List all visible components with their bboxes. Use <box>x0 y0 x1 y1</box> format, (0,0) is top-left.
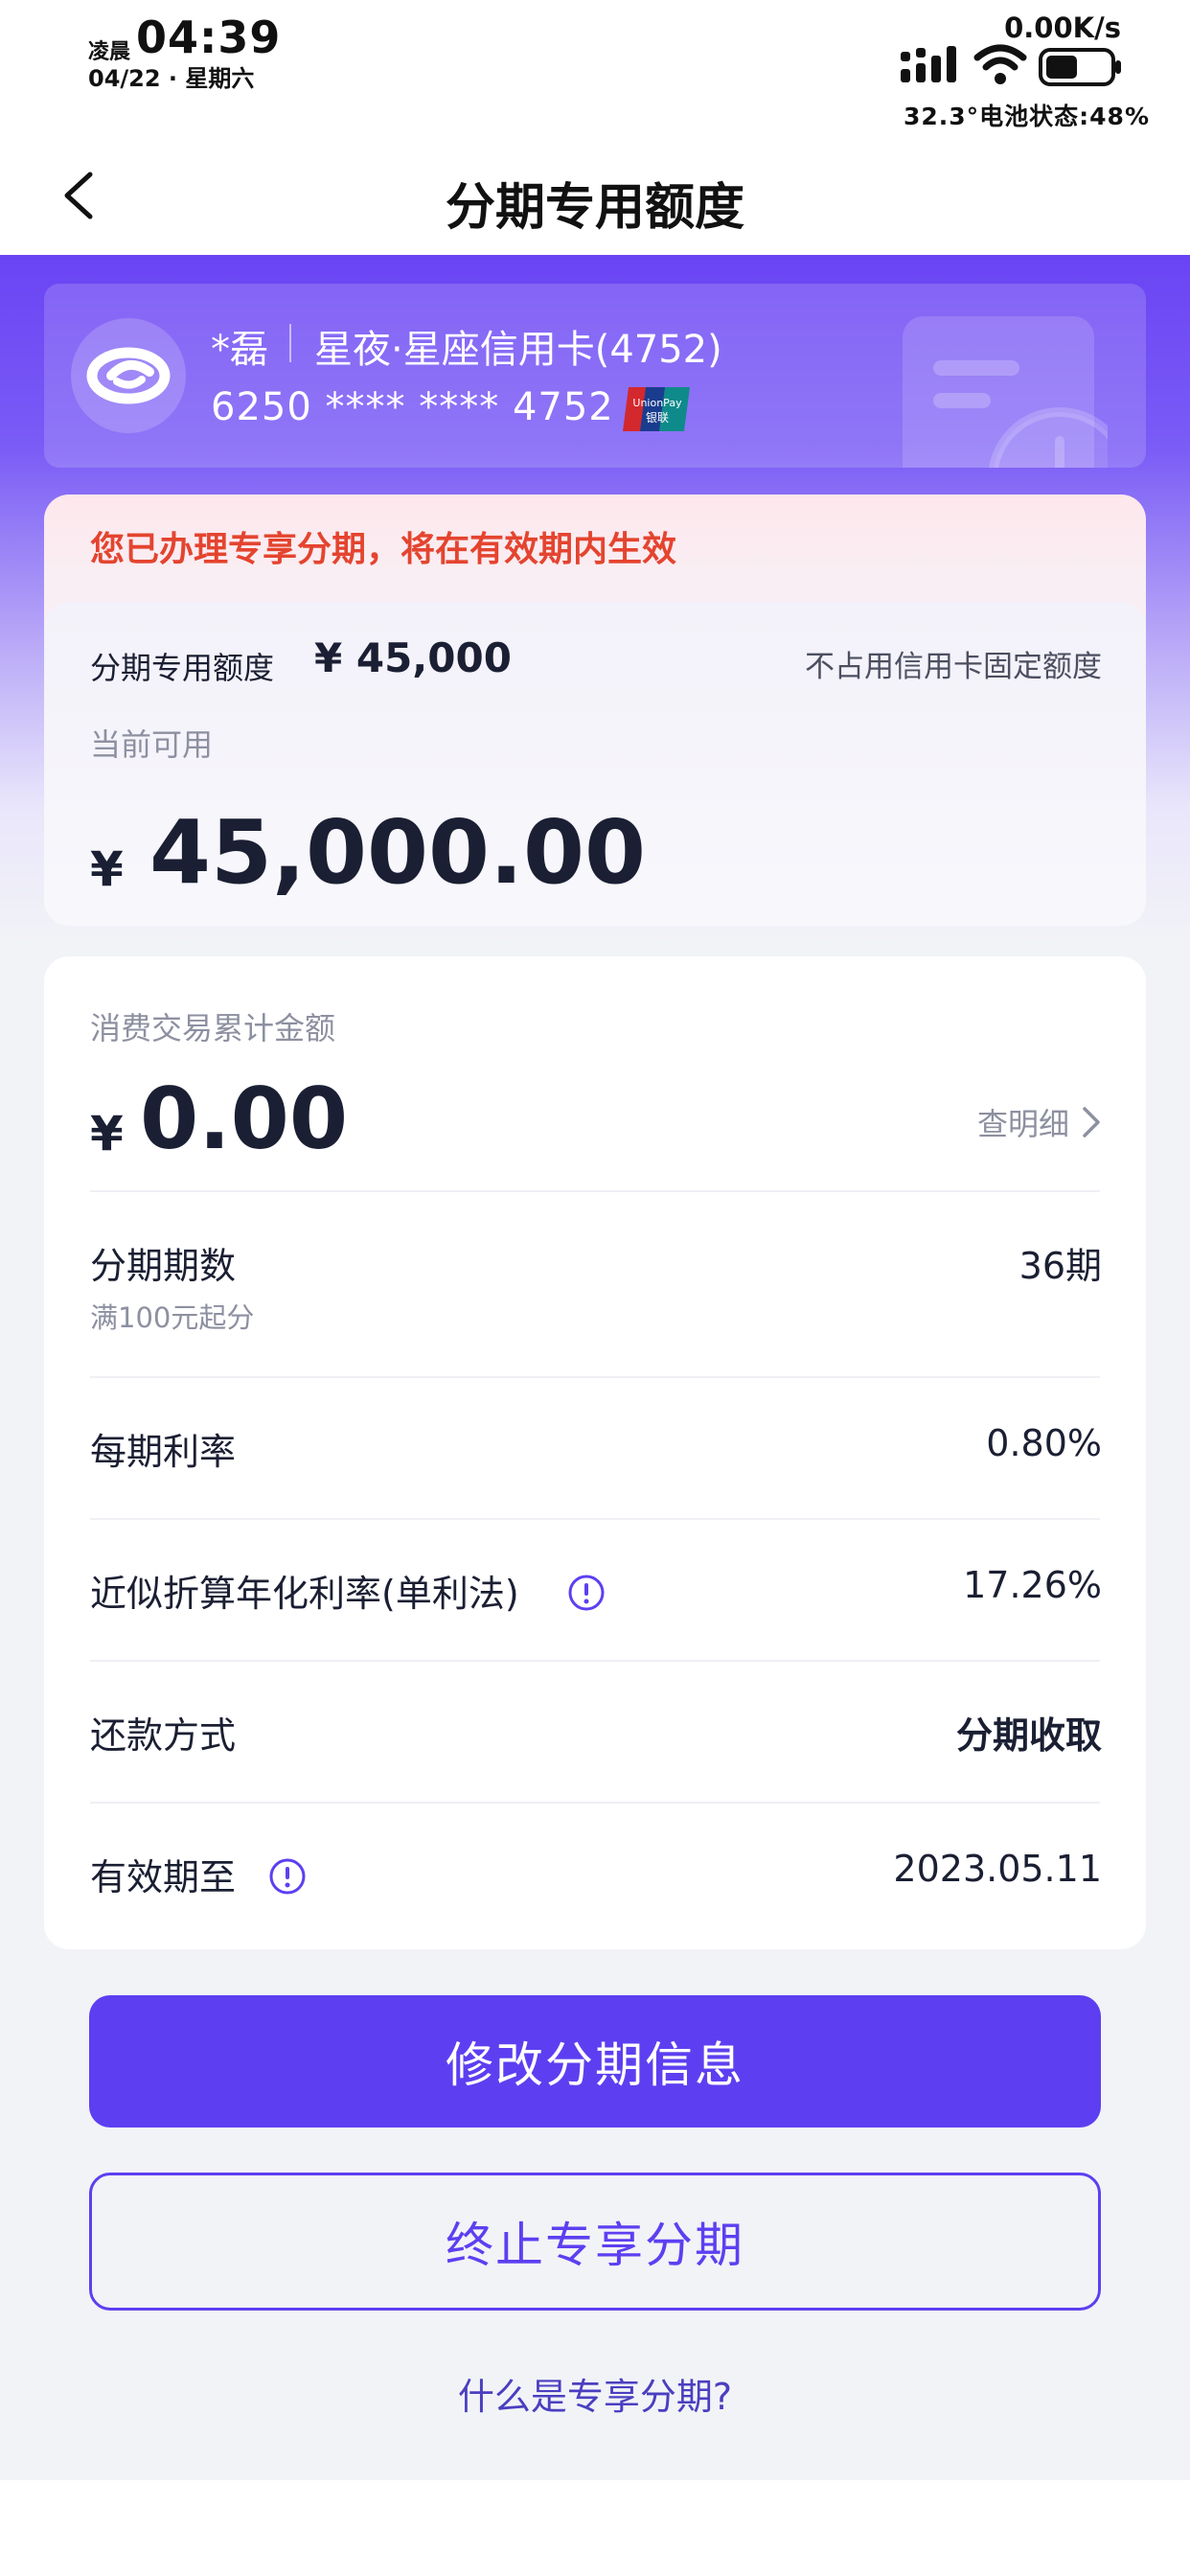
bank-logo-icon <box>71 318 186 433</box>
battery-status: 32.3°电池状态:48% <box>903 103 1150 130</box>
quota-amount: ¥ 45,000 <box>314 634 512 681</box>
installment-count-sub: 满100元起分 <box>90 1301 255 1334</box>
wifi-icon <box>973 44 1027 84</box>
modify-installment-button[interactable]: 修改分期信息 <box>89 1995 1101 2128</box>
cumulative-currency: ¥ <box>90 1106 124 1162</box>
info-icon[interactable] <box>567 1574 606 1612</box>
credit-card-banner: *磊 星夜·星座信用卡(4752) 6250 **** **** 4752 Un… <box>44 284 1146 468</box>
cumulative-label: 消费交易累计金额 <box>90 1010 336 1046</box>
unionpay-logo-text-top: UnionPay <box>632 397 682 409</box>
battery-icon <box>1039 48 1121 86</box>
cumulative-amount: 0.00 <box>140 1070 349 1168</box>
info-icon[interactable] <box>268 1857 307 1896</box>
installment-details-card: 消费交易累计金额 ¥ 0.00 查明细 分期期数 满100元起分 36期 每期利… <box>44 956 1146 1949</box>
network-speed: 0.00K/s <box>1004 12 1121 44</box>
valid-until-label: 有效期至 <box>90 1856 237 1898</box>
unionpay-logo-text-bottom: 银联 <box>646 411 669 425</box>
available-label: 当前可用 <box>90 726 214 763</box>
divider <box>90 1376 1100 1378</box>
quota-label: 分期专用额度 <box>90 650 275 686</box>
repayment-method-label: 还款方式 <box>90 1714 237 1757</box>
terminate-installment-button[interactable]: 终止专享分期 <box>89 2173 1101 2311</box>
what-is-installment-link[interactable]: 什么是专享分期? <box>0 2367 1190 2420</box>
status-bar: 凌晨 04:39 04/22 · 星期六 0.00K/s 32.3°电池状态:4… <box>0 0 1190 134</box>
available-currency: ¥ <box>90 841 124 897</box>
available-amount: 45,000.00 <box>149 801 646 904</box>
divider <box>90 1802 1100 1804</box>
navigation-header: 分期专用额度 <box>0 134 1190 255</box>
card-name: 星夜·星座信用卡(4752) <box>314 328 722 372</box>
installment-count-label: 分期期数 <box>90 1245 237 1287</box>
annual-rate-value: 17.26% <box>963 1564 1102 1606</box>
divider <box>90 1518 1100 1520</box>
bottom-safe-area <box>0 2480 1190 2576</box>
quota-note: 不占用信用卡固定额度 <box>805 650 1102 684</box>
installment-count-value: 36期 <box>1018 1245 1102 1287</box>
quota-panel: 分期专用额度 ¥ 45,000 不占用信用卡固定额度 当前可用 ¥ 45,000… <box>44 602 1146 926</box>
view-details-label: 查明细 <box>976 1106 1069 1142</box>
status-time: 04:39 <box>136 12 282 63</box>
unionpay-logo: UnionPay 银联 <box>623 387 690 431</box>
valid-until-value: 2023.05.11 <box>893 1848 1102 1890</box>
chevron-right-icon <box>1083 1107 1100 1138</box>
rate-per-period-label: 每期利率 <box>90 1431 237 1473</box>
view-details-link[interactable]: 查明细 <box>977 1100 1102 1144</box>
divider <box>90 1660 1100 1662</box>
card-number: 6250 **** **** 4752 <box>211 385 614 429</box>
status-date: 04/22 · 星期六 <box>88 65 255 92</box>
document-clock-icon <box>903 316 1108 468</box>
quota-card: 您已办理专享分期，将在有效期内生效 分期专用额度 ¥ 45,000 不占用信用卡… <box>44 494 1146 926</box>
signal-icon <box>901 46 956 82</box>
notice-message: 您已办理专享分期，将在有效期内生效 <box>90 530 677 569</box>
card-owner: *磊 <box>211 328 268 372</box>
annual-rate-label: 近似折算年化利率(单利法) <box>90 1573 519 1615</box>
divider <box>90 1190 1100 1192</box>
rate-per-period-value: 0.80% <box>986 1422 1102 1464</box>
page-title: 分期专用额度 <box>445 179 744 237</box>
repayment-method-value: 分期收取 <box>955 1714 1102 1757</box>
card-separator <box>289 324 291 362</box>
